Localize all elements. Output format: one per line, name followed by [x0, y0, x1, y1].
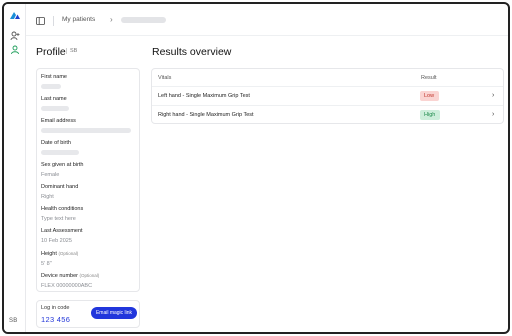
field-device-number: Device number (Optional) FLEX 00000000AB… [41, 272, 137, 290]
column-header-result: Result [421, 75, 437, 81]
field-label: Height (Optional) [41, 250, 137, 258]
profile-title: Profile [36, 46, 66, 58]
vital-name: Left hand - Single Maximum Grip Test [158, 93, 250, 99]
results-title: Results overview [152, 46, 232, 58]
field-label: Sex given at birth [41, 162, 84, 168]
field-label: Email address [41, 118, 76, 124]
results-table: Vitals Result Left hand - Single Maximum… [151, 68, 504, 124]
field-email: Email address [41, 118, 137, 133]
login-code-value: 123 456 [41, 315, 71, 324]
login-code-card: Log in code 123 456 Email magic link [36, 300, 140, 328]
column-header-vitals: Vitals [158, 75, 172, 81]
login-code-label: Log in code [41, 305, 70, 311]
add-user-icon[interactable] [10, 31, 20, 41]
field-label: Last Assessment [41, 228, 83, 234]
top-bar: My patients › [26, 4, 508, 36]
field-date-of-birth: Date of birth [41, 140, 137, 155]
status-badge: Low [420, 91, 439, 101]
profile-badge: SB [66, 48, 77, 54]
sidebar-toggle-icon[interactable] [36, 17, 45, 25]
field-label: Device number (Optional) [41, 272, 137, 280]
app-logo-icon[interactable] [9, 11, 21, 20]
breadcrumb-chevron-icon: › [110, 15, 113, 24]
vital-name: Right hand - Single Maximum Grip Test [158, 112, 254, 118]
divider [53, 16, 54, 26]
user-initials[interactable]: SB [9, 318, 17, 324]
table-row[interactable]: Left hand - Single Maximum Grip Test Low… [152, 87, 503, 106]
sidebar-rail: SB [4, 4, 26, 332]
field-last-assessment: Last Assessment 10 Feb 2025 [41, 228, 137, 245]
field-value: Female [41, 172, 60, 178]
field-label: Dominant hand [41, 184, 79, 190]
optional-tag: (Optional) [58, 251, 79, 256]
patients-icon[interactable] [10, 45, 20, 55]
field-dominant-hand: Dominant hand Right [41, 184, 137, 201]
email-magic-link-button[interactable]: Email magic link [91, 307, 137, 319]
breadcrumb-my-patients[interactable]: My patients [62, 16, 95, 23]
field-label: First name [41, 74, 67, 80]
chevron-right-icon[interactable]: › [492, 111, 494, 118]
field-label: Last name [41, 96, 67, 102]
breadcrumb-patient-name-redacted[interactable] [121, 17, 166, 23]
redacted-value [41, 128, 131, 133]
field-label: Health conditions [41, 206, 84, 212]
field-label: Date of birth [41, 140, 71, 146]
field-sex: Sex given at birth Female [41, 162, 137, 179]
field-last-name: Last name [41, 96, 137, 111]
field-first-name: First name [41, 74, 137, 89]
table-header: Vitals Result [152, 69, 503, 87]
status-badge: High [420, 110, 440, 120]
field-value: 5' 8" [41, 261, 52, 267]
chevron-right-icon[interactable]: › [492, 92, 494, 99]
field-value: 10 Feb 2025 [41, 238, 72, 244]
redacted-value [41, 84, 61, 89]
field-health-conditions: Health conditions Type text here [41, 206, 137, 223]
redacted-value [41, 106, 69, 111]
field-label-text: Height [41, 251, 57, 257]
app-window: SB My patients › Profile SB First name L… [2, 2, 510, 334]
field-value: Right [41, 194, 54, 200]
field-label-text: Device number [41, 273, 78, 279]
field-value[interactable]: Type text here [41, 215, 137, 223]
table-row[interactable]: Right hand - Single Maximum Grip Test Hi… [152, 106, 503, 125]
field-value: FLEX 00000000ABC [41, 283, 93, 289]
profile-card: First name Last name Email address Date … [36, 68, 140, 292]
redacted-value [41, 150, 79, 155]
field-height: Height (Optional) 5' 8" [41, 250, 137, 268]
optional-tag: (Optional) [79, 273, 100, 278]
